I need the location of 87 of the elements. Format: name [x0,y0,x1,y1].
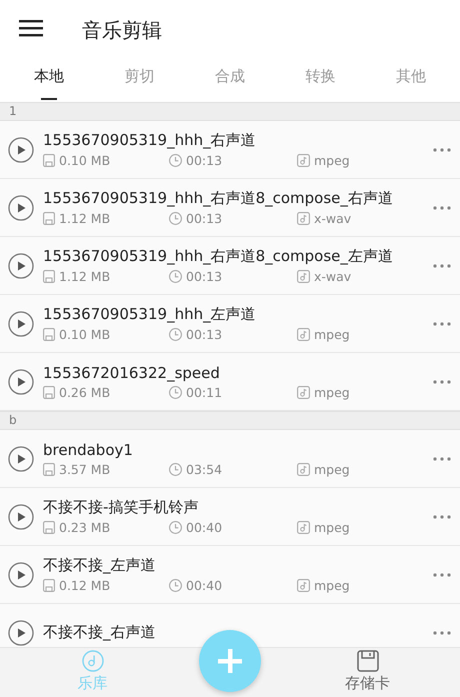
file-duration: 00:13 [186,269,222,284]
file-name: 1553670905319_hhh_右声道8_compose_右声道 [43,189,394,208]
more-icon [432,514,452,518]
tab[interactable]: 转换 [275,60,366,102]
file-name: 不接不接-搞笑手机铃声 [43,498,200,517]
file-size: 1.12 MB [59,269,110,284]
clock-icon [169,521,182,534]
play-icon[interactable] [8,446,34,472]
file-name: 1553670905319_hhh_右声道8_compose_左声道 [43,247,394,266]
file-format: x-wav [314,269,352,284]
clock-icon [169,212,182,225]
music-note-icon [297,270,310,283]
play-icon[interactable] [8,252,34,278]
clock-icon [169,328,182,341]
file-duration: 00:40 [186,520,222,535]
group-letter: b [9,412,17,429]
music-note-icon [297,462,310,476]
file-format: mpeg [314,327,350,342]
play-icon[interactable] [8,620,34,646]
storage-icon [43,270,55,283]
more-icon [432,456,452,460]
file-size: 3.57 MB [59,462,110,476]
tab[interactable]: 剪切 [94,60,185,102]
music-note-icon [297,212,310,225]
more-icon [432,380,452,384]
file-name: 1553670905319_hhh_左声道 [43,305,257,324]
storage-icon [43,328,55,341]
clock-icon [169,270,182,283]
storage-icon [43,212,55,225]
file-duration: 00:40 [186,578,222,593]
file-format: x-wav [314,211,352,226]
file-duration: 00:13 [186,327,222,342]
file-duration: 00:13 [186,211,222,226]
music-note-icon [297,154,310,167]
storage-icon [43,154,55,167]
storage-icon [43,386,55,398]
clock-icon [169,579,182,592]
music-note-icon [297,521,310,534]
file-size: 0.10 MB [59,327,110,342]
file-format: mpeg [314,384,350,400]
music-disc-icon [82,650,104,672]
music-note-icon [297,328,310,341]
clock-icon [169,154,182,167]
more-icon [432,264,452,268]
file-size: 0.23 MB [59,520,110,535]
storage-icon [43,579,55,592]
more-icon [432,148,452,152]
music-note-icon [297,579,310,592]
file-size: 0.26 MB [59,384,110,400]
tab[interactable]: 其他 [366,60,456,102]
file-duration: 00:13 [186,153,222,168]
file-name: 1553670905319_hhh_右声道 [43,131,257,150]
play-icon[interactable] [8,136,34,162]
file-name: 1553672016322_speed [43,364,221,382]
file-size: 1.12 MB [59,211,110,226]
file-format: mpeg [314,462,350,476]
plus-icon [218,649,242,673]
more-icon [432,572,452,576]
more-icon [432,206,452,210]
nav-tab[interactable]: 存储卡 [275,648,460,697]
storage-icon [43,521,55,534]
file-format: mpeg [314,578,350,593]
tab[interactable]: 合成 [184,60,276,102]
play-icon[interactable] [8,368,34,394]
storage-icon [43,462,55,476]
play-icon[interactable] [8,562,34,588]
clock-icon [169,462,182,476]
file-name: 不接不接_左声道 [43,556,156,575]
file-size: 0.12 MB [59,578,110,593]
play-icon[interactable] [8,310,34,336]
file-name: 不接不接_右声道 [43,623,156,642]
file-name: brendaboy1 [43,440,134,458]
nav-tab[interactable]: 乐库 [0,648,185,697]
play-icon[interactable] [8,504,34,530]
more-icon [432,630,452,634]
file-format: mpeg [314,520,350,535]
group-letter: 1 [9,103,17,120]
play-icon[interactable] [8,194,34,220]
file-format: mpeg [314,153,350,168]
app-title: 音乐剪辑 [82,16,162,44]
clock-icon [169,386,182,398]
more-icon [432,322,452,326]
file-duration: 03:54 [186,462,222,476]
file-duration: 00:11 [186,384,222,400]
tab[interactable]: 本地 [4,60,94,102]
music-note-icon [297,386,310,398]
file-size: 0.10 MB [59,153,110,168]
